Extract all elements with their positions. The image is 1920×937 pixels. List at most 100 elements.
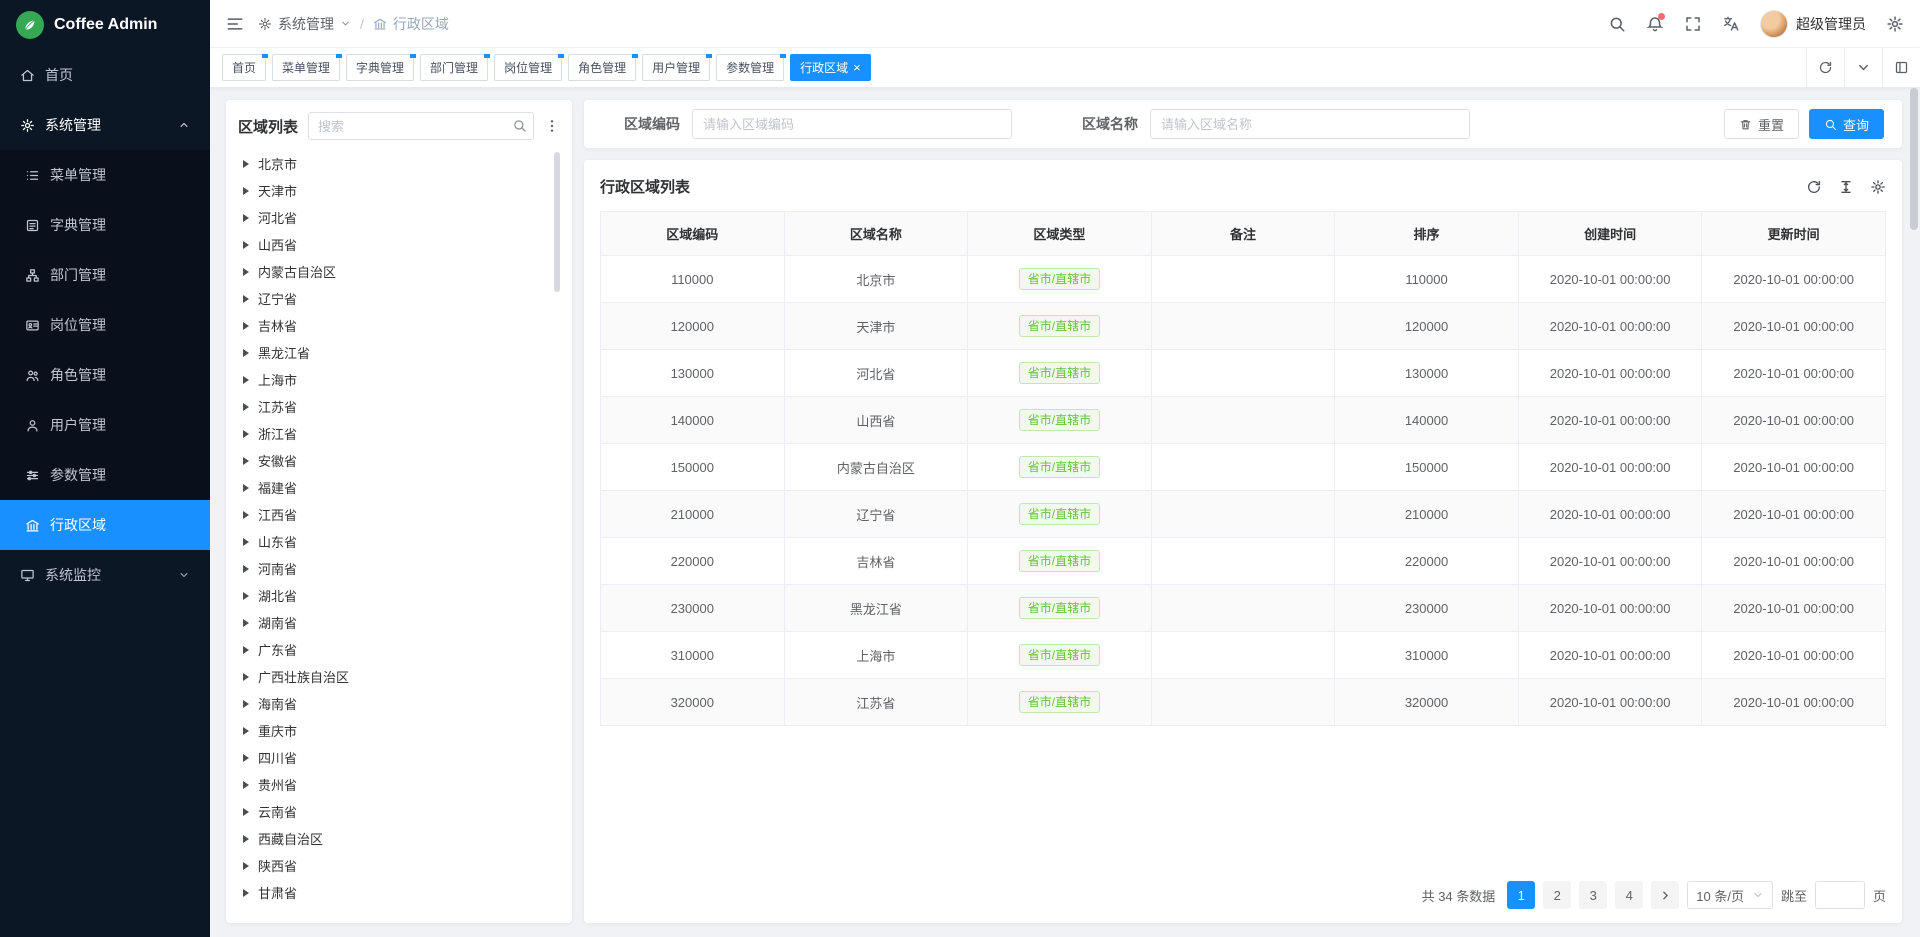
refresh-icon[interactable] (1806, 179, 1822, 195)
tab-dept[interactable]: 部门管理 (420, 54, 488, 81)
caret-right-icon[interactable] (243, 673, 249, 681)
sidebar-item-user[interactable]: 用户管理 (0, 400, 210, 450)
sidebar-item-dept[interactable]: 部门管理 (0, 250, 210, 300)
tree-item[interactable]: 浙江省 (238, 420, 560, 447)
caret-right-icon[interactable] (243, 268, 249, 276)
tree-item[interactable]: 陕西省 (238, 852, 560, 879)
tab-menu[interactable]: 菜单管理 (272, 54, 340, 81)
tree-item[interactable]: 山东省 (238, 528, 560, 555)
tree-item[interactable]: 江苏省 (238, 393, 560, 420)
region-name-input[interactable] (1150, 109, 1470, 139)
caret-right-icon[interactable] (243, 484, 249, 492)
region-tree[interactable]: 北京市天津市河北省山西省内蒙古自治区辽宁省吉林省黑龙江省上海市江苏省浙江省安徽省… (238, 148, 560, 911)
table-row[interactable]: 110000北京市省市/直辖市1100002020-10-01 00:00:00… (601, 256, 1886, 303)
table-row[interactable]: 140000山西省省市/直辖市1400002020-10-01 00:00:00… (601, 397, 1886, 444)
tree-item[interactable]: 广东省 (238, 636, 560, 663)
close-icon[interactable]: × (853, 61, 861, 74)
page-button-2[interactable]: 2 (1543, 881, 1571, 909)
table-row[interactable]: 320000江苏省省市/直辖市3200002020-10-01 00:00:00… (601, 679, 1886, 726)
caret-right-icon[interactable] (243, 214, 249, 222)
tree-item[interactable]: 内蒙古自治区 (238, 258, 560, 285)
caret-right-icon[interactable] (243, 322, 249, 330)
caret-right-icon[interactable] (243, 781, 249, 789)
reset-button[interactable]: 重置 (1724, 109, 1799, 139)
sidebar-item-menu[interactable]: 菜单管理 (0, 150, 210, 200)
jump-page-input[interactable] (1815, 881, 1865, 909)
settings-gear-icon[interactable] (1886, 15, 1904, 33)
sidebar-item-home[interactable]: 首页 (0, 50, 210, 100)
translate-icon[interactable] (1722, 15, 1740, 33)
refresh-tab-button[interactable] (1806, 48, 1844, 88)
tree-scrollbar[interactable] (554, 152, 560, 292)
sidebar-item-dict[interactable]: 字典管理 (0, 200, 210, 250)
table-row[interactable]: 310000上海市省市/直辖市3100002020-10-01 00:00:00… (601, 632, 1886, 679)
caret-right-icon[interactable] (243, 376, 249, 384)
notifications-bell-icon[interactable] (1646, 15, 1664, 33)
breadcrumb-parent[interactable]: 系统管理 (258, 14, 351, 34)
tree-item[interactable]: 云南省 (238, 798, 560, 825)
sidebar-item-role[interactable]: 角色管理 (0, 350, 210, 400)
sidebar-item-system[interactable]: 系统管理 (0, 100, 210, 150)
tab-dict[interactable]: 字典管理 (346, 54, 414, 81)
tree-item[interactable]: 吉林省 (238, 312, 560, 339)
caret-right-icon[interactable] (243, 295, 249, 303)
tree-search-input[interactable] (308, 112, 534, 140)
tab-user[interactable]: 用户管理 (642, 54, 710, 81)
tab-region[interactable]: 行政区域× (790, 54, 871, 81)
caret-right-icon[interactable] (243, 592, 249, 600)
column-height-icon[interactable] (1838, 179, 1854, 195)
tree-item[interactable]: 甘肃省 (238, 879, 560, 906)
caret-right-icon[interactable] (243, 835, 249, 843)
caret-right-icon[interactable] (243, 430, 249, 438)
caret-right-icon[interactable] (243, 457, 249, 465)
table-row[interactable]: 120000天津市省市/直辖市1200002020-10-01 00:00:00… (601, 303, 1886, 350)
caret-right-icon[interactable] (243, 187, 249, 195)
tree-item[interactable]: 西藏自治区 (238, 825, 560, 852)
tab-role[interactable]: 角色管理 (568, 54, 636, 81)
table-row[interactable]: 150000内蒙古自治区省市/直辖市1500002020-10-01 00:00… (601, 444, 1886, 491)
caret-right-icon[interactable] (243, 862, 249, 870)
tree-item[interactable]: 福建省 (238, 474, 560, 501)
caret-right-icon[interactable] (243, 619, 249, 627)
tab-options-button[interactable] (1844, 48, 1882, 88)
sidebar-item-post[interactable]: 岗位管理 (0, 300, 210, 350)
table-row[interactable]: 230000黑龙江省省市/直辖市2300002020-10-01 00:00:0… (601, 585, 1886, 632)
caret-right-icon[interactable] (243, 160, 249, 168)
tree-item[interactable]: 湖北省 (238, 582, 560, 609)
tree-item[interactable]: 江西省 (238, 501, 560, 528)
caret-right-icon[interactable] (243, 565, 249, 573)
tree-item[interactable]: 贵州省 (238, 771, 560, 798)
tree-item[interactable]: 上海市 (238, 366, 560, 393)
fullscreen-icon[interactable] (1684, 15, 1702, 33)
tree-item[interactable]: 河北省 (238, 204, 560, 231)
tree-item[interactable]: 黑龙江省 (238, 339, 560, 366)
table-row[interactable]: 220000吉林省省市/直辖市2200002020-10-01 00:00:00… (601, 538, 1886, 585)
sidebar-item-monitor[interactable]: 系统监控 (0, 550, 210, 600)
caret-right-icon[interactable] (243, 241, 249, 249)
search-icon[interactable] (512, 118, 527, 133)
table-row[interactable]: 130000河北省省市/直辖市1300002020-10-01 00:00:00… (601, 350, 1886, 397)
tree-item[interactable]: 安徽省 (238, 447, 560, 474)
caret-right-icon[interactable] (243, 808, 249, 816)
caret-right-icon[interactable] (243, 700, 249, 708)
page-button-1[interactable]: 1 (1507, 881, 1535, 909)
page-button-3[interactable]: 3 (1579, 881, 1607, 909)
sidebar-item-region[interactable]: 行政区域 (0, 500, 210, 550)
caret-right-icon[interactable] (243, 727, 249, 735)
page-size-select[interactable]: 10 条/页 (1687, 881, 1773, 909)
tree-item[interactable]: 北京市 (238, 150, 560, 177)
query-button[interactable]: 查询 (1809, 109, 1884, 139)
tab-param[interactable]: 参数管理 (716, 54, 784, 81)
caret-right-icon[interactable] (243, 646, 249, 654)
tree-item[interactable]: 湖南省 (238, 609, 560, 636)
region-code-input[interactable] (692, 109, 1012, 139)
tree-item[interactable]: 辽宁省 (238, 285, 560, 312)
search-icon[interactable] (1608, 15, 1626, 33)
caret-right-icon[interactable] (243, 403, 249, 411)
caret-right-icon[interactable] (243, 754, 249, 762)
column-settings-gear-icon[interactable] (1870, 179, 1886, 195)
sidebar-item-param[interactable]: 参数管理 (0, 450, 210, 500)
caret-right-icon[interactable] (243, 538, 249, 546)
tree-item[interactable]: 河南省 (238, 555, 560, 582)
tree-item[interactable]: 青海省 (238, 906, 560, 911)
